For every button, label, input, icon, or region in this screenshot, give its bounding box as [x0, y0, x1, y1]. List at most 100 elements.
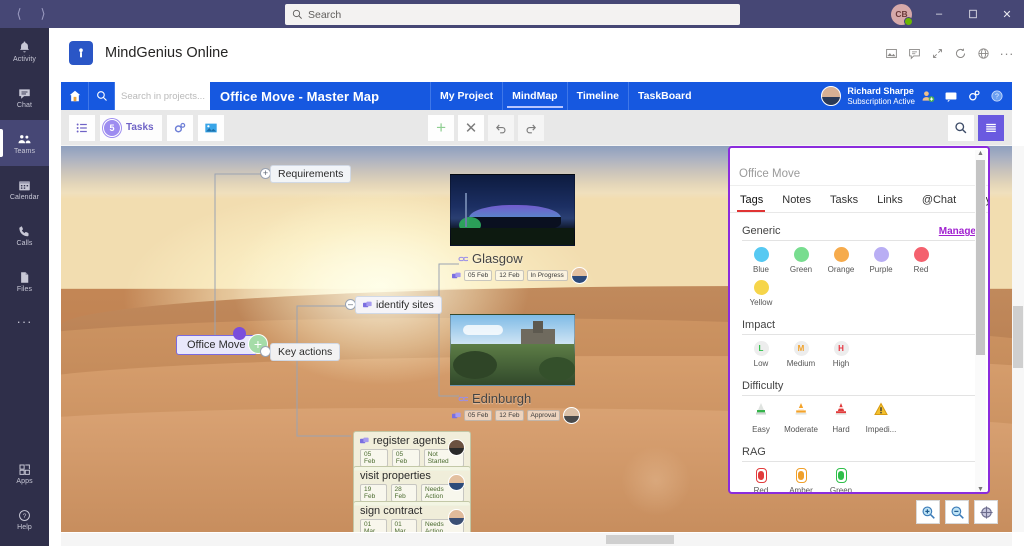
panel-tab-tasks[interactable]: Tasks	[828, 190, 867, 212]
assignee-avatar[interactable]	[448, 509, 465, 526]
tag-difficulty-impediment[interactable]: Impedi...	[862, 402, 900, 434]
manage-tags-link[interactable]: Manage	[939, 226, 976, 237]
assignee-avatar[interactable]	[571, 267, 588, 284]
map-node-root[interactable]: Office Move	[176, 335, 257, 355]
zoom-out-button[interactable]	[945, 500, 969, 524]
rail-item-files[interactable]: Files	[0, 258, 49, 304]
tag-label: Green	[830, 486, 852, 494]
rail-item-calendar[interactable]: Calendar	[0, 166, 49, 212]
canvas-vertical-scrollbar[interactable]	[1012, 146, 1024, 532]
panel-tab-chat[interactable]: @Chat	[920, 190, 965, 212]
globe-icon[interactable]	[977, 47, 990, 60]
tab-my-project[interactable]: My Project	[430, 82, 502, 110]
rail-item-help[interactable]: ? Help	[0, 496, 49, 542]
traffic-light-green-icon	[836, 468, 847, 483]
mindgenius-logo-icon	[69, 41, 93, 65]
rail-item-apps[interactable]: Apps	[0, 450, 49, 496]
map-settings-button[interactable]	[167, 115, 193, 141]
panel-tab-tags[interactable]: Tags	[738, 190, 772, 212]
tag-purple[interactable]: Purple	[862, 247, 900, 274]
tag-green[interactable]: Green	[782, 247, 820, 274]
avatar[interactable]: CB	[891, 4, 912, 25]
tab-mindmap[interactable]: MindMap	[502, 82, 567, 110]
tag-difficulty-moderate[interactable]: Moderate	[782, 402, 820, 434]
comment-icon[interactable]	[908, 47, 921, 60]
map-node-identify-sites[interactable]: identify sites	[355, 296, 442, 314]
rail-item-activity[interactable]: Activity	[0, 28, 49, 74]
tag-impact-high[interactable]: H High	[822, 341, 860, 368]
home-button[interactable]	[61, 82, 89, 110]
map-node-key-actions[interactable]: Key actions	[270, 343, 340, 361]
undo-button[interactable]	[488, 115, 514, 141]
map-node-requirements[interactable]: Requirements	[270, 165, 351, 183]
rail-item-teams[interactable]: Teams	[0, 120, 49, 166]
tag-blue[interactable]: Blue	[742, 247, 780, 274]
user-text: Richard Sharpe Subscription Active	[847, 86, 915, 106]
maximize-button[interactable]	[956, 0, 990, 28]
refresh-icon[interactable]	[954, 47, 967, 60]
map-image-edinburgh[interactable]	[450, 314, 575, 386]
assignee-avatar[interactable]	[448, 474, 465, 491]
rail-item-calls[interactable]: Calls	[0, 212, 49, 258]
add-node-button[interactable]: +	[428, 115, 454, 141]
back-icon[interactable]: ⟨	[8, 3, 30, 25]
vertical-scroll-thumb[interactable]	[1013, 306, 1023, 368]
project-search-button[interactable]	[89, 82, 115, 110]
tasks-filter-button[interactable]: 5 Tasks	[100, 115, 162, 141]
tag-red[interactable]: Red	[902, 247, 940, 274]
tag-rag-amber[interactable]: Amber	[782, 468, 820, 494]
map-task-visit-properties[interactable]: visit properties 19 Feb 28 Feb Needs Act…	[353, 466, 471, 506]
rail-label: Apps	[16, 478, 32, 485]
node-properties-panel[interactable]: Office Move Tags Notes Tasks Links @Chat…	[728, 146, 990, 494]
image-icon[interactable]	[885, 47, 898, 60]
map-image-glasgow[interactable]	[450, 174, 575, 246]
assignee-avatar[interactable]	[563, 407, 580, 424]
tab-taskboard[interactable]: TaskBoard	[628, 82, 701, 110]
panel-body: Generic Manage Blue Green Orange	[730, 213, 988, 494]
scroll-up-arrow[interactable]: ▲	[975, 150, 986, 157]
delete-node-button[interactable]: ✕	[458, 115, 484, 141]
insert-image-button[interactable]	[198, 115, 224, 141]
rail-item-chat[interactable]: Chat	[0, 74, 49, 120]
collapse-icon[interactable]	[931, 47, 944, 60]
settings-icon[interactable]	[967, 89, 981, 103]
help-icon[interactable]: ?	[990, 89, 1004, 103]
rail-more-button[interactable]: ···	[0, 304, 49, 338]
map-task-register-agents[interactable]: register agents 05 Feb 05 Feb Not Starte…	[353, 431, 471, 471]
user-account[interactable]: Richard Sharpe Subscription Active	[821, 82, 921, 110]
horizontal-scroll-thumb[interactable]	[606, 535, 674, 544]
tag-difficulty-easy[interactable]: Easy	[742, 402, 780, 434]
root-node-handle[interactable]	[233, 327, 246, 340]
project-search-input[interactable]: Search in projects...	[115, 82, 210, 110]
canvas-horizontal-scrollbar[interactable]	[61, 533, 1012, 546]
global-search-input[interactable]: Search	[285, 4, 740, 25]
tag-rag-green[interactable]: Green	[822, 468, 860, 494]
forward-icon[interactable]: ⟩	[32, 3, 54, 25]
close-button[interactable]: ✕	[990, 0, 1024, 28]
tag-orange[interactable]: Orange	[822, 247, 860, 274]
scroll-down-arrow[interactable]: ▼	[975, 486, 986, 493]
panel-tab-notes[interactable]: Notes	[780, 190, 820, 212]
map-search-button[interactable]	[948, 115, 974, 141]
more-icon[interactable]: ···	[1000, 46, 1015, 61]
tag-rag-red[interactable]: Red	[742, 468, 780, 494]
impact-low-icon: L	[754, 341, 769, 356]
redo-button[interactable]	[518, 115, 544, 141]
tab-timeline[interactable]: Timeline	[567, 82, 628, 110]
panel-scrollbar[interactable]: ▲ ▼	[975, 150, 986, 494]
panel-tab-links[interactable]: Links	[875, 190, 912, 212]
fit-to-screen-button[interactable]	[974, 500, 998, 524]
tag-yellow[interactable]: Yellow	[742, 280, 780, 307]
tag-impact-low[interactable]: L Low	[742, 341, 780, 368]
map-task-sign-contract[interactable]: sign contract 01 Mar 01 Mar Needs Action	[353, 501, 471, 532]
message-icon[interactable]	[944, 89, 958, 103]
zoom-in-button[interactable]	[916, 500, 940, 524]
tag-difficulty-hard[interactable]: Hard	[822, 402, 860, 434]
add-user-icon[interactable]	[921, 89, 935, 103]
assignee-avatar[interactable]	[448, 439, 465, 456]
panel-scroll-thumb[interactable]	[976, 160, 985, 355]
minimize-button[interactable]: –	[922, 0, 956, 28]
tag-impact-medium[interactable]: M Medium	[782, 341, 820, 368]
map-menu-button[interactable]	[978, 115, 1004, 141]
outline-view-button[interactable]	[69, 115, 95, 141]
